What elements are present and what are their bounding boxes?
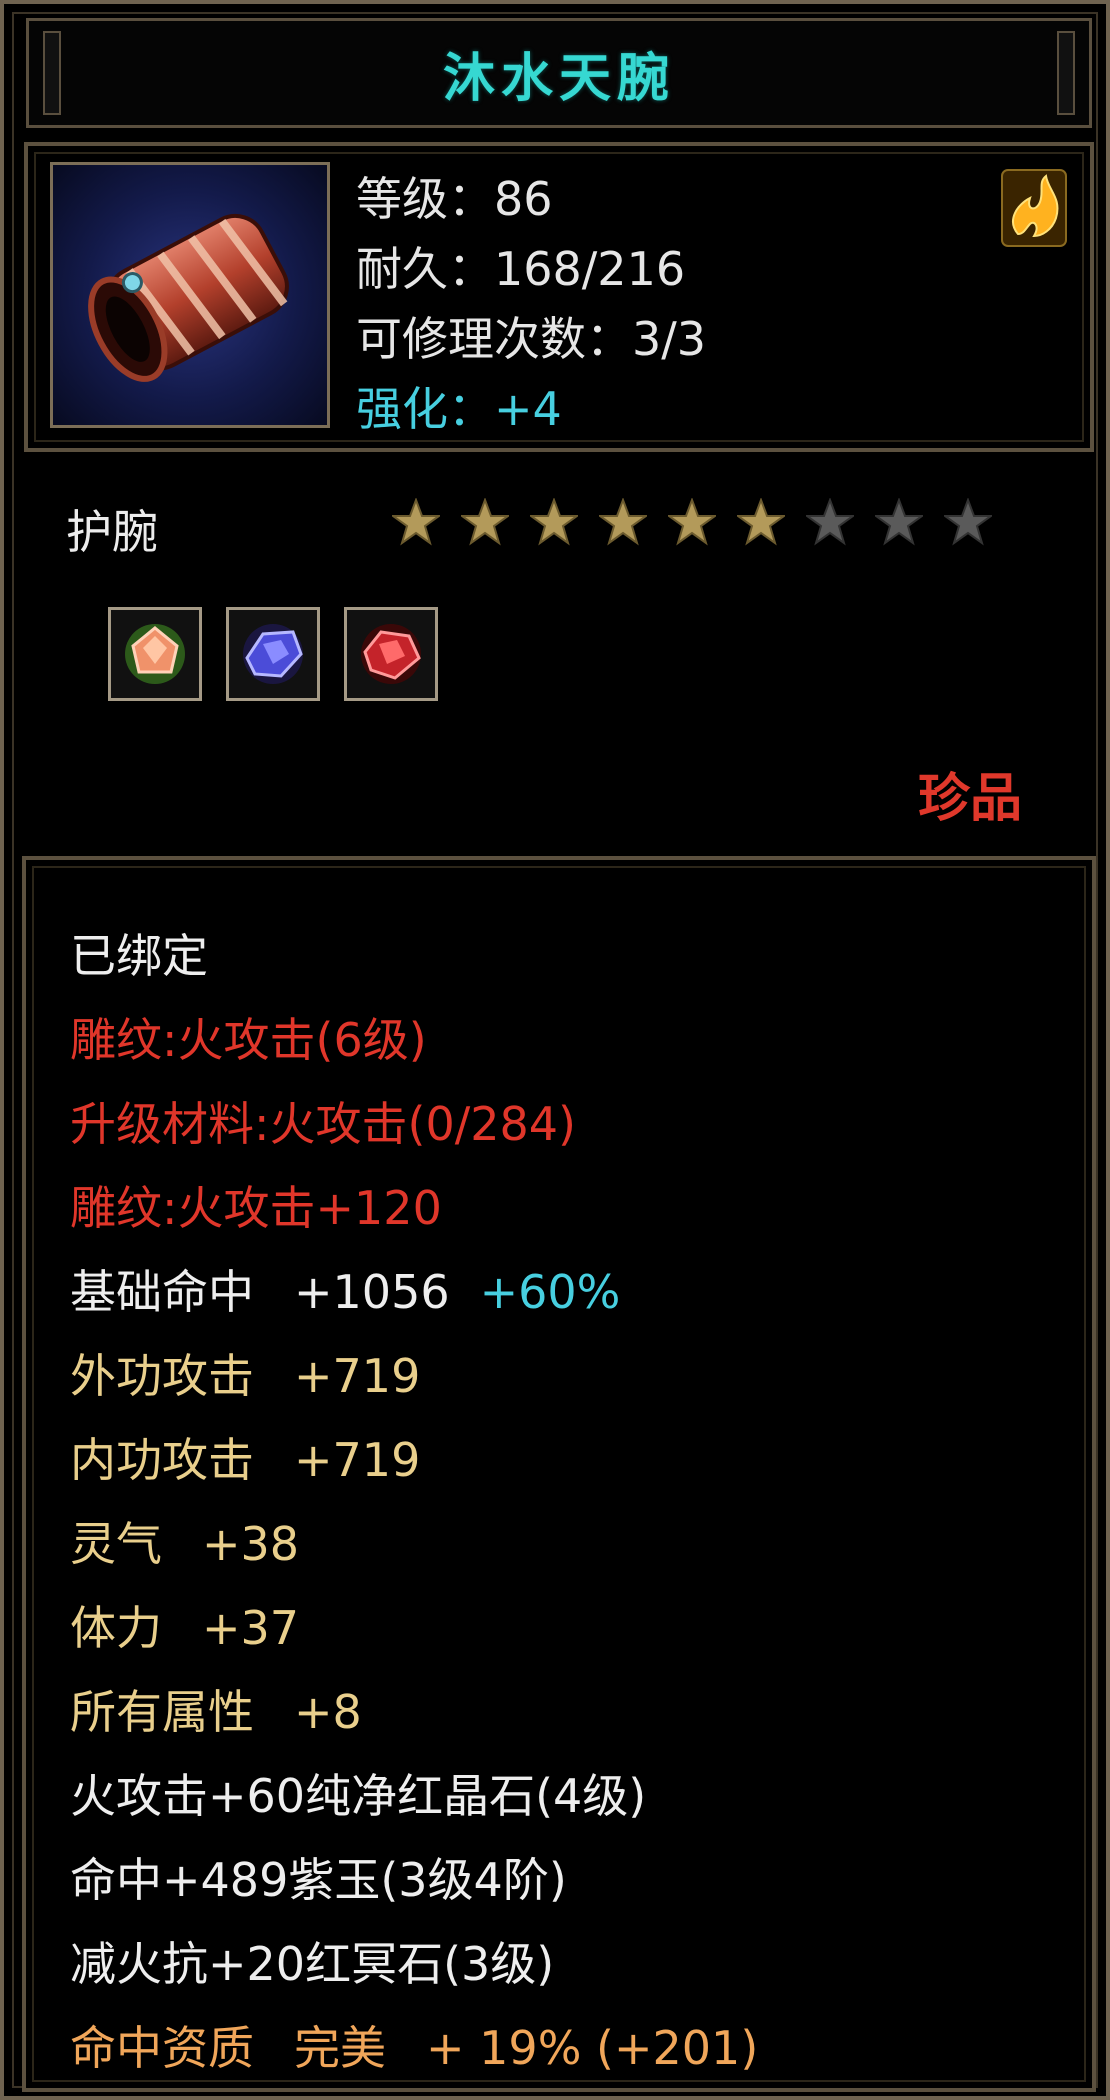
stamina-stat: 体力 +37 xyxy=(70,1586,758,1670)
aptitude-grade: 完美 xyxy=(294,2021,386,2075)
star-rating xyxy=(392,498,992,546)
hit-bonus: +60% xyxy=(479,1265,621,1319)
title-bar: 沐水天腕 xyxy=(26,18,1092,128)
hit-stat: 基础命中 +1056 +60% xyxy=(70,1250,758,1334)
gem-slot-1[interactable] xyxy=(108,607,202,701)
stamina-label: 体力 xyxy=(70,1601,162,1655)
gem-slot-3[interactable] xyxy=(344,607,438,701)
stamina-value: +37 xyxy=(202,1601,300,1655)
gem-orange-icon xyxy=(125,624,185,684)
inner-attack-value: +719 xyxy=(294,1433,421,1487)
star-filled-icon xyxy=(737,498,785,546)
inner-attack-stat: 内功攻击 +719 xyxy=(70,1418,758,1502)
star-empty-icon xyxy=(806,498,854,546)
bound-status: 已绑定 xyxy=(70,929,208,983)
engrave-level: 雕纹:火攻击(6级) xyxy=(70,1013,427,1067)
aptitude-value: + 19% (+201) xyxy=(426,2021,759,2075)
properties-panel: 已绑定 雕纹:火攻击(6级) 升级材料:火攻击(0/284) 雕纹:火攻击+12… xyxy=(22,856,1096,2092)
item-tooltip: 沐水天腕 等级：86 耐久：168/216 可修理次数：3/3 强化：+4 护腕… xyxy=(0,0,1110,2100)
basic-stats: 等级：86 耐久：168/216 可修理次数：3/3 强化：+4 xyxy=(356,164,706,444)
gem-effect-3: 减火抗+20红冥石(3级) xyxy=(70,1937,555,1991)
outer-attack-value: +719 xyxy=(294,1349,421,1403)
outer-attack-stat: 外功攻击 +719 xyxy=(70,1334,758,1418)
hit-value: +1056 xyxy=(294,1265,450,1319)
all-attributes-value: +8 xyxy=(294,1685,362,1739)
star-filled-icon xyxy=(392,498,440,546)
star-filled-icon xyxy=(668,498,716,546)
gem-effect-1: 火攻击+60纯净红晶石(4级) xyxy=(70,1769,647,1823)
bracer-icon xyxy=(50,162,330,428)
all-attributes-label: 所有属性 xyxy=(70,1685,254,1739)
upgrade-material: 升级材料:火攻击(0/284) xyxy=(70,1097,576,1151)
aptitude-label: 命中资质 xyxy=(70,2021,254,2075)
enhance-text: 强化：+4 xyxy=(356,382,562,436)
header-panel: 等级：86 耐久：168/216 可修理次数：3/3 强化：+4 xyxy=(24,142,1094,452)
gem-effect-2: 命中+489紫玉(3级4阶) xyxy=(70,1853,567,1907)
gem-slot-2[interactable] xyxy=(226,607,320,701)
spirit-label: 灵气 xyxy=(70,1517,162,1571)
star-filled-icon xyxy=(461,498,509,546)
level-text: 等级：86 xyxy=(356,172,553,226)
fire-element-icon xyxy=(1000,164,1068,250)
properties-list: 已绑定 雕纹:火攻击(6级) 升级材料:火攻击(0/284) 雕纹:火攻击+12… xyxy=(70,914,758,2090)
hit-label: 基础命中 xyxy=(70,1265,254,1319)
inner-attack-label: 内功攻击 xyxy=(70,1433,254,1487)
all-attributes-stat: 所有属性 +8 xyxy=(70,1670,758,1754)
star-empty-icon xyxy=(875,498,923,546)
aptitude-stat: 命中资质 完美 + 19% (+201) xyxy=(70,2006,758,2090)
star-filled-icon xyxy=(530,498,578,546)
title-bar-right-cap xyxy=(1057,31,1075,115)
star-empty-icon xyxy=(944,498,992,546)
spirit-value: +38 xyxy=(202,1517,300,1571)
repair-count-text: 可修理次数：3/3 xyxy=(356,312,707,366)
outer-attack-label: 外功攻击 xyxy=(70,1349,254,1403)
title-bar-left-cap xyxy=(43,31,61,115)
gem-red-icon xyxy=(361,624,421,684)
durability-text: 耐久：168/216 xyxy=(356,242,686,296)
star-filled-icon xyxy=(599,498,647,546)
spirit-stat: 灵气 +38 xyxy=(70,1502,758,1586)
item-type-label: 护腕 xyxy=(66,505,158,559)
rarity-label: 珍品 xyxy=(917,769,1022,829)
item-name: 沐水天腕 xyxy=(442,48,675,109)
engrave-bonus: 雕纹:火攻击+120 xyxy=(70,1181,442,1235)
gem-sockets xyxy=(108,607,438,701)
gem-blue-icon xyxy=(243,624,303,684)
